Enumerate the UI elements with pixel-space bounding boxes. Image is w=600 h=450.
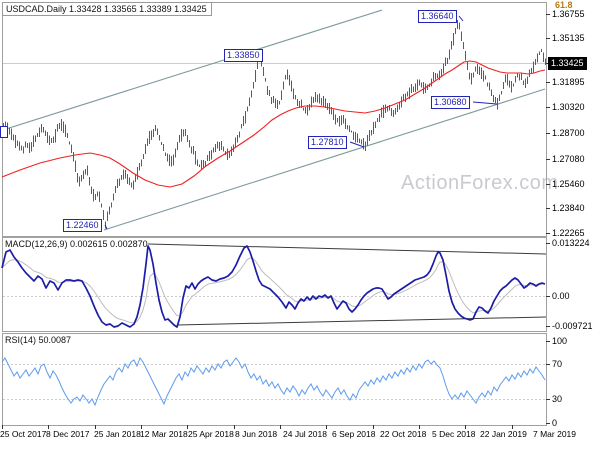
macd-lower-trendline (176, 316, 547, 326)
annotation-leader (458, 15, 464, 22)
macd-signal-line (1, 257, 546, 324)
channel-lower-line (103, 88, 546, 231)
forex-chart-window: ActionForex.com USDCAD.Daily 1.33428 1.3… (0, 0, 600, 450)
rsi-pane (2, 333, 547, 426)
moving-average-line (1, 60, 546, 188)
clipped-price-flag (0, 126, 8, 138)
annotation-leader (472, 101, 498, 105)
chart-canvas (0, 2, 550, 429)
macd-line (1, 245, 546, 328)
channel-upper-line (5, 9, 383, 130)
macd-upper-trendline (147, 243, 547, 255)
rsi-line (1, 356, 546, 407)
price-pane (2, 2, 547, 237)
